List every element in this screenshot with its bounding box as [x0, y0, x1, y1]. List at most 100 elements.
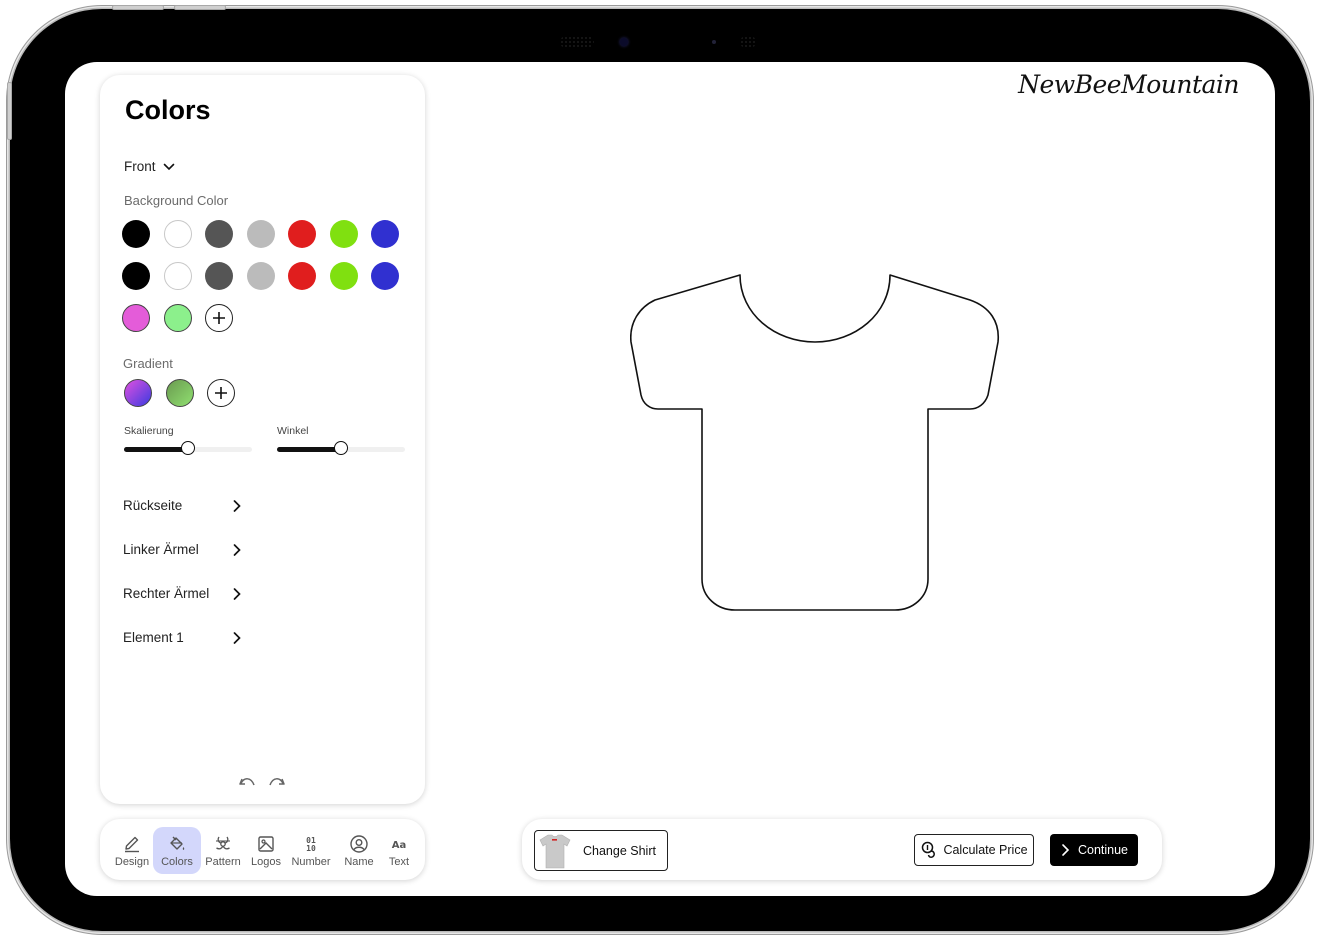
tab-logos[interactable]: Logos	[248, 827, 284, 874]
biohazard-icon	[216, 836, 230, 849]
swatch-black[interactable]	[122, 262, 150, 290]
device-button-top-2	[174, 5, 226, 10]
tab-design[interactable]: Design	[112, 827, 152, 874]
angle-slider[interactable]	[277, 441, 405, 455]
side-selector-label: Front	[124, 159, 156, 174]
gradient-label: Gradient	[123, 356, 173, 371]
plus-icon	[215, 387, 227, 399]
swatch-black[interactable]	[122, 220, 150, 248]
tab-text[interactable]: Aa Text	[384, 827, 414, 874]
side-selector-dropdown[interactable]: Front	[124, 159, 176, 174]
plus-icon	[213, 312, 225, 324]
swatch-light-gray[interactable]	[246, 220, 275, 248]
chevron-right-icon	[233, 543, 241, 556]
gradient-swatch-green[interactable]	[165, 379, 194, 407]
angle-slider-thumb[interactable]	[334, 441, 348, 455]
binary-icon: 0110	[306, 836, 316, 853]
change-shirt-button[interactable]: Change Shirt	[534, 830, 668, 871]
swatch-white[interactable]	[163, 220, 192, 248]
swatch-dark-gray[interactable]	[205, 262, 233, 290]
section-element-1[interactable]: Element 1	[123, 630, 243, 645]
text-icon: Aa	[392, 840, 407, 851]
paint-bucket-icon	[170, 836, 185, 850]
action-bar: Change Shirt Calculate Price Continue	[522, 819, 1162, 880]
swatch-red[interactable]	[288, 220, 316, 248]
camera-bar	[560, 35, 760, 49]
chevron-right-icon	[233, 587, 241, 600]
swatch-blue[interactable]	[371, 220, 399, 248]
tab-colors-label: Colors	[161, 855, 193, 868]
gradient-swatch-blue-magenta[interactable]	[124, 379, 152, 407]
tab-pattern[interactable]: Pattern	[203, 827, 243, 874]
swatch-blue[interactable]	[371, 262, 399, 290]
angle-slider-fill	[277, 447, 341, 452]
calculate-price-label: Calculate Price	[943, 843, 1028, 857]
scale-slider-thumb[interactable]	[181, 441, 195, 455]
tab-name-label: Name	[344, 855, 374, 868]
tab-colors[interactable]: Colors	[153, 827, 201, 874]
section-left-sleeve[interactable]: Linker Ärmel	[123, 542, 243, 557]
sensor	[712, 40, 716, 44]
scale-slider-fill	[124, 447, 188, 452]
continue-label: Continue	[1077, 843, 1129, 857]
swatch-lime[interactable]	[329, 220, 358, 248]
user-circle-icon	[350, 834, 368, 853]
front-camera	[620, 38, 628, 46]
section-left-sleeve-label: Linker Ärmel	[123, 542, 199, 557]
device-button-top-1	[112, 5, 164, 10]
undo-redo-group	[238, 775, 286, 789]
section-right-sleeve[interactable]: Rechter Ärmel	[123, 586, 243, 601]
tablet-frame: Colors Front Background Color Gradient S…	[10, 9, 1310, 931]
tool-tabbar: Design Colors Pattern Logos 01 10 Number …	[100, 819, 425, 880]
coins-icon	[922, 841, 936, 858]
swatch-red[interactable]	[288, 262, 316, 290]
tab-pattern-label: Pattern	[205, 855, 241, 868]
swatch-row-1	[122, 220, 399, 248]
background-color-label: Background Color	[124, 193, 229, 208]
shirt-preview[interactable]	[630, 272, 1002, 617]
undo-icon[interactable]	[238, 775, 256, 789]
speaker-grill	[560, 36, 594, 48]
section-back[interactable]: Rückseite	[123, 498, 243, 513]
svg-text:Aa: Aa	[392, 840, 407, 851]
section-element-1-label: Element 1	[123, 630, 184, 645]
pencil-icon	[125, 836, 139, 852]
svg-text:10: 10	[306, 844, 316, 853]
swatch-row-custom	[122, 304, 233, 332]
add-color-button[interactable]	[205, 304, 233, 332]
device-button-side	[7, 82, 12, 140]
tab-logos-label: Logos	[251, 855, 281, 868]
swatch-mint[interactable]	[163, 304, 192, 332]
scale-slider[interactable]	[124, 441, 252, 455]
image-icon	[258, 835, 274, 852]
swatch-row-2	[122, 262, 399, 290]
shirt-outline	[630, 274, 999, 611]
tab-number[interactable]: 01 10 Number	[289, 827, 333, 874]
swatch-dark-gray[interactable]	[205, 220, 233, 248]
shirt-thumbnail-icon	[539, 834, 571, 868]
tab-name[interactable]: Name	[341, 827, 377, 874]
section-right-sleeve-label: Rechter Ärmel	[123, 586, 210, 601]
calculate-price-button[interactable]: Calculate Price	[914, 834, 1034, 866]
brand-logo: NewBeeMountain	[1018, 70, 1239, 99]
sensor-grill	[740, 36, 756, 48]
swatch-magenta[interactable]	[122, 304, 150, 332]
angle-slider-label: Winkel	[277, 425, 309, 437]
colors-panel: Colors Front Background Color Gradient S…	[100, 75, 425, 804]
continue-button[interactable]: Continue	[1050, 834, 1138, 866]
chevron-right-icon	[1062, 844, 1070, 856]
swatch-light-gray[interactable]	[246, 262, 275, 290]
chevron-down-icon	[163, 163, 174, 170]
tab-number-label: Number	[291, 855, 331, 868]
chevron-right-icon	[233, 499, 241, 512]
swatch-white[interactable]	[163, 262, 192, 290]
tab-text-label: Text	[388, 855, 410, 868]
redo-icon[interactable]	[268, 775, 286, 789]
chevron-right-icon	[233, 631, 241, 644]
add-gradient-button[interactable]	[207, 379, 235, 407]
app-screen: Colors Front Background Color Gradient S…	[65, 62, 1275, 896]
change-shirt-label: Change Shirt	[583, 843, 656, 858]
swatch-lime[interactable]	[329, 262, 358, 290]
gradient-row	[124, 379, 235, 407]
scale-slider-label: Skalierung	[124, 425, 174, 437]
